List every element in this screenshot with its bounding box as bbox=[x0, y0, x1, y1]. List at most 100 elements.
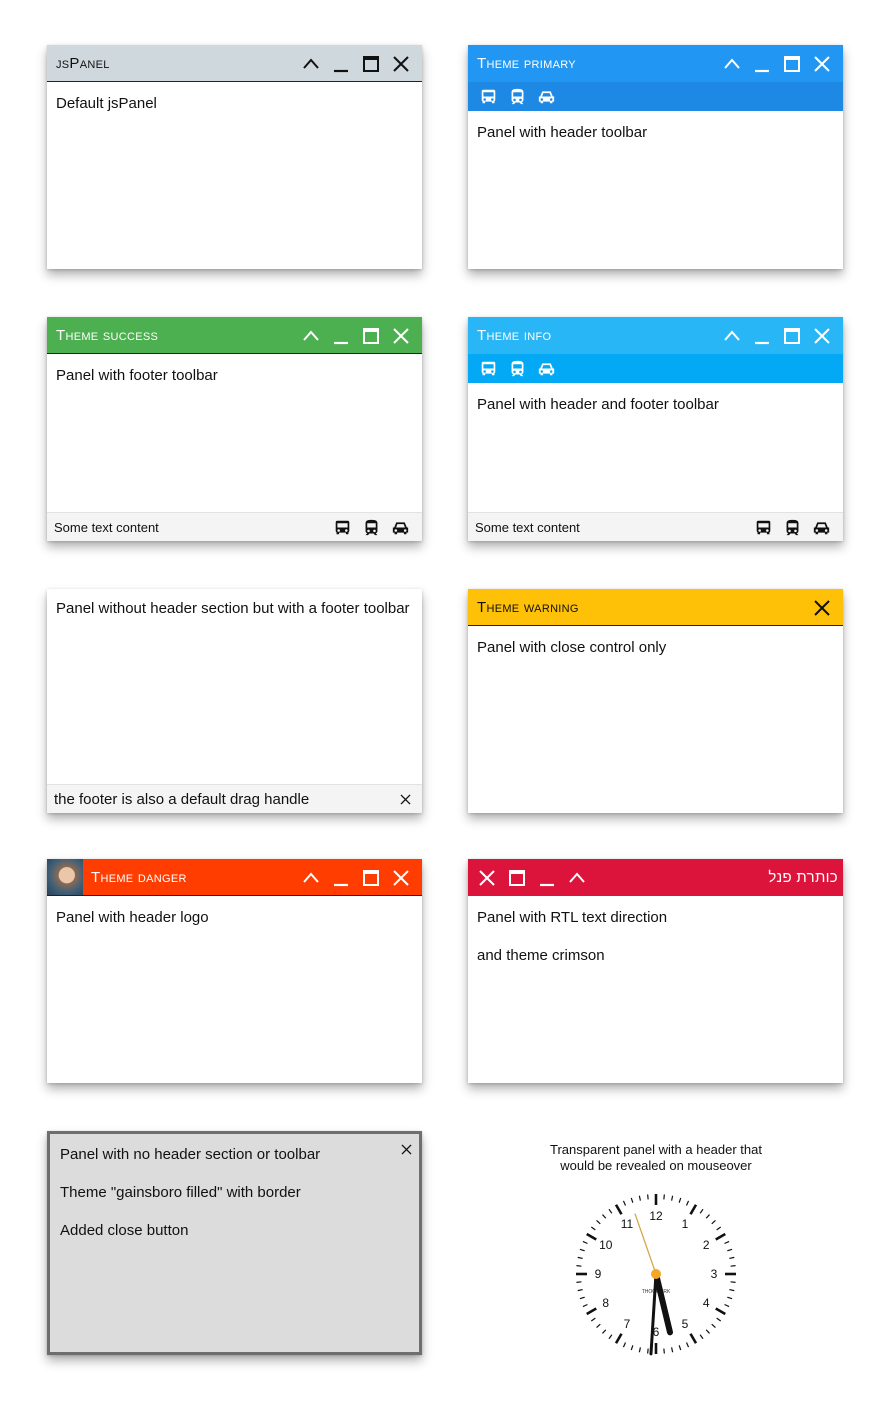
maximize-button[interactable] bbox=[777, 317, 807, 354]
panel-title: Theme success bbox=[56, 326, 159, 344]
footer-toolbar[interactable]: Some text content bbox=[47, 512, 422, 541]
panel-default[interactable]: jsPanel Default jsPanel bbox=[47, 45, 422, 269]
minute-tick bbox=[729, 1289, 735, 1292]
minimize-button[interactable] bbox=[326, 317, 356, 354]
minute-tick bbox=[582, 1240, 588, 1245]
car-button[interactable] bbox=[532, 85, 561, 109]
close-button[interactable] bbox=[396, 1139, 416, 1159]
minimize-icon bbox=[331, 54, 351, 74]
close-button[interactable] bbox=[807, 589, 837, 626]
maximize-icon bbox=[361, 326, 381, 346]
panel-title: Theme warning bbox=[477, 598, 579, 616]
content-text: Panel with header and footer toolbar bbox=[477, 396, 719, 413]
minute-tick bbox=[602, 1214, 607, 1219]
close-button[interactable] bbox=[395, 785, 415, 813]
panel-primary[interactable]: Theme primary Panel with header toolbar bbox=[468, 45, 843, 269]
close-button[interactable] bbox=[386, 859, 416, 896]
clock-number: 10 bbox=[599, 1238, 613, 1252]
car-button[interactable] bbox=[532, 357, 561, 381]
minute-tick bbox=[577, 1256, 583, 1259]
panel-header[interactable]: Theme info bbox=[468, 317, 843, 354]
minimize-button[interactable] bbox=[532, 859, 562, 896]
minimize-button[interactable] bbox=[747, 317, 777, 354]
panel-header[interactable]: jsPanel bbox=[47, 45, 422, 82]
panel-content: Panel with header and footer toolbar bbox=[468, 383, 843, 445]
train-icon bbox=[509, 360, 526, 377]
close-button[interactable] bbox=[386, 45, 416, 82]
maximize-button[interactable] bbox=[356, 859, 386, 896]
panel-transparent-clock[interactable]: Transparent panel with a header that wou… bbox=[532, 1142, 780, 1356]
smallify-button[interactable] bbox=[296, 45, 326, 82]
minute-tick bbox=[671, 1347, 674, 1353]
train-icon bbox=[509, 88, 526, 105]
minimize-icon bbox=[752, 54, 772, 74]
minute-tick bbox=[711, 1220, 716, 1225]
minute-tick bbox=[630, 1197, 634, 1203]
panel-info[interactable]: Theme info Panel with header and footer … bbox=[468, 317, 843, 541]
panel-header[interactable]: Theme danger bbox=[47, 859, 422, 896]
maximize-button[interactable] bbox=[356, 317, 386, 354]
train-button[interactable] bbox=[503, 85, 532, 109]
smallify-button[interactable] bbox=[717, 317, 747, 354]
minute-hand bbox=[649, 1272, 658, 1356]
smallify-button[interactable] bbox=[562, 859, 592, 896]
close-button[interactable] bbox=[472, 859, 502, 896]
minute-tick bbox=[671, 1195, 674, 1201]
panel-content: Default jsPanel bbox=[47, 82, 422, 144]
footer-text: Some text content bbox=[475, 519, 580, 535]
clock-number: 5 bbox=[682, 1317, 689, 1331]
minimize-button[interactable] bbox=[326, 859, 356, 896]
minimize-button[interactable] bbox=[747, 45, 777, 82]
smallify-button[interactable] bbox=[296, 317, 326, 354]
smallify-button[interactable] bbox=[296, 859, 326, 896]
bus-button[interactable] bbox=[328, 515, 357, 539]
hour-tick bbox=[614, 1333, 623, 1344]
minimize-icon bbox=[331, 868, 351, 888]
car-button[interactable] bbox=[386, 515, 415, 539]
panel-success[interactable]: Theme success Panel with footer toolbar … bbox=[47, 317, 422, 541]
minute-tick bbox=[602, 1329, 607, 1334]
panel-header[interactable]: Theme primary bbox=[468, 45, 843, 82]
panel-gainsboro[interactable]: Panel with no header section or toolbar … bbox=[47, 1131, 422, 1355]
close-button[interactable] bbox=[807, 317, 837, 354]
chevron-up-icon bbox=[567, 868, 587, 888]
panel-content: Panel with header toolbar bbox=[468, 111, 843, 173]
panel-header[interactable]: כותרת פנל bbox=[468, 859, 843, 896]
footer-toolbar[interactable]: Some text content bbox=[468, 512, 843, 541]
close-icon bbox=[812, 54, 832, 74]
train-button[interactable] bbox=[357, 515, 386, 539]
smallify-button[interactable] bbox=[717, 45, 747, 82]
hour-tick bbox=[586, 1307, 597, 1316]
bus-button[interactable] bbox=[749, 515, 778, 539]
footer-toolbar[interactable]: the footer is also a default drag handle bbox=[47, 784, 422, 813]
minute-tick bbox=[579, 1248, 585, 1252]
minute-tick bbox=[716, 1226, 722, 1231]
clock-caption: Transparent panel with a header that wou… bbox=[532, 1142, 780, 1174]
clock-number: 1 bbox=[682, 1217, 689, 1231]
minute-tick bbox=[730, 1265, 736, 1267]
close-button[interactable] bbox=[807, 45, 837, 82]
minimize-icon bbox=[331, 326, 351, 346]
bus-button[interactable] bbox=[474, 85, 503, 109]
minimize-button[interactable] bbox=[326, 45, 356, 82]
bus-button[interactable] bbox=[474, 357, 503, 381]
panel-crimson-rtl[interactable]: כותרת פנל Panel with RTL text direction … bbox=[468, 859, 843, 1083]
close-icon bbox=[399, 793, 412, 806]
content-text: Panel with header toolbar bbox=[477, 124, 648, 141]
minute-tick bbox=[630, 1345, 634, 1351]
train-button[interactable] bbox=[503, 357, 532, 381]
train-button[interactable] bbox=[778, 515, 807, 539]
maximize-button[interactable] bbox=[777, 45, 807, 82]
minute-tick bbox=[590, 1317, 596, 1322]
maximize-button[interactable] bbox=[502, 859, 532, 896]
close-button[interactable] bbox=[386, 317, 416, 354]
panel-warning[interactable]: Theme warning Panel with close control o… bbox=[468, 589, 843, 813]
panel-header[interactable]: Theme warning bbox=[468, 589, 843, 626]
clock-number: 3 bbox=[711, 1267, 718, 1281]
maximize-button[interactable] bbox=[356, 45, 386, 82]
content-text: Panel with footer toolbar bbox=[56, 367, 218, 384]
panel-no-header[interactable]: Panel without header section but with a … bbox=[47, 589, 422, 813]
panel-header[interactable]: Theme success bbox=[47, 317, 422, 354]
car-button[interactable] bbox=[807, 515, 836, 539]
panel-danger[interactable]: Theme danger Panel with header logo bbox=[47, 859, 422, 1083]
